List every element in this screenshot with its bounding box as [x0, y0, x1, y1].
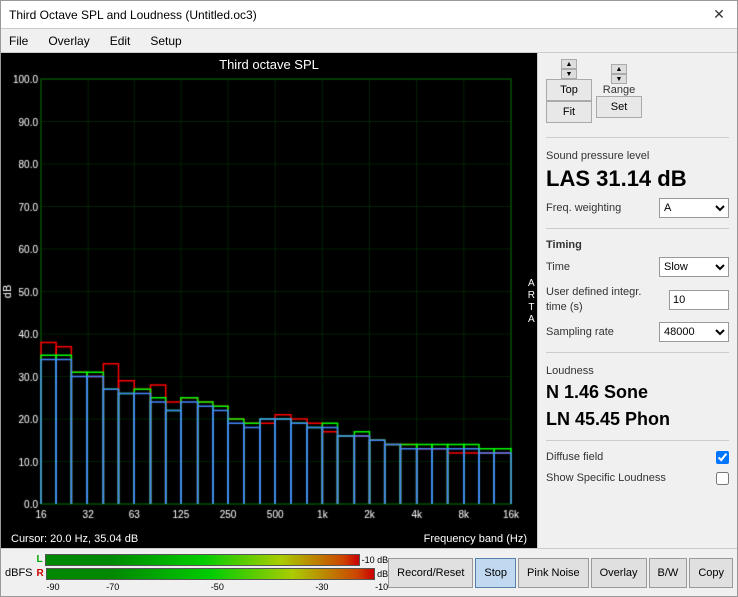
right-panel: ▲ ▼ Top Fit ▲ ▼ Range Set Sound pre [537, 53, 737, 548]
top-controls-row: ▲ ▼ Top Fit ▲ ▼ Range Set [546, 59, 729, 123]
menu-file[interactable]: File [5, 33, 32, 49]
top-spinner: ▲ ▼ [561, 59, 577, 79]
range-down-arrow[interactable]: ▼ [611, 74, 627, 84]
user-defined-label: User defined integr. time (s) [546, 285, 646, 314]
action-buttons: Record/Reset Stop Pink Noise Overlay B/W… [388, 558, 733, 588]
spl-section-label: Sound pressure level [546, 150, 729, 162]
close-button[interactable]: ✕ [709, 5, 729, 25]
cursor-info: Cursor: 20.0 Hz, 35.04 dB [5, 531, 144, 547]
arta-label: ARTA [528, 278, 535, 326]
loudness-ln-value: LN 45.45 Phon [546, 408, 729, 431]
range-label: Range [603, 84, 635, 96]
loudness-section-label: Loudness [546, 365, 729, 377]
window-title: Third Octave SPL and Loudness (Untitled.… [9, 8, 257, 22]
copy-button[interactable]: Copy [689, 558, 733, 588]
fit-button[interactable]: Fit [546, 101, 592, 123]
divider-2 [546, 228, 729, 229]
main-content: Third octave SPL ARTA Cursor: 20.0 Hz, 3… [1, 53, 737, 548]
top-button[interactable]: Top [546, 79, 592, 101]
chart-container: ARTA [1, 74, 537, 530]
user-defined-row: User defined integr. time (s) [546, 285, 729, 314]
sampling-rate-row: Sampling rate 44100 48000 96000 [546, 322, 729, 342]
pink-noise-button[interactable]: Pink Noise [518, 558, 589, 588]
timing-section-label: Timing [546, 239, 729, 251]
main-window: Third Octave SPL and Loudness (Untitled.… [0, 0, 738, 597]
spl-value: LAS 31.14 dB [546, 166, 729, 192]
time-label: Time [546, 261, 570, 273]
spectrum-chart[interactable] [1, 74, 531, 526]
range-up-arrow[interactable]: ▲ [611, 64, 627, 74]
freq-weighting-row: Freq. weighting A B C Z [546, 198, 729, 218]
time-dropdown[interactable]: Slow Fast Impulse [659, 257, 729, 277]
menu-edit[interactable]: Edit [106, 33, 135, 49]
freq-band-label: Frequency band (Hz) [418, 531, 533, 547]
top-down-arrow[interactable]: ▼ [561, 69, 577, 79]
diffuse-field-checkbox[interactable] [716, 451, 729, 464]
show-specific-label: Show Specific Loudness [546, 472, 666, 484]
set-button[interactable]: Set [596, 96, 642, 118]
sampling-rate-dropdown[interactable]: 44100 48000 96000 [659, 322, 729, 342]
stop-button[interactable]: Stop [475, 558, 516, 588]
title-bar: Third Octave SPL and Loudness (Untitled.… [1, 1, 737, 29]
user-defined-input[interactable] [669, 290, 729, 310]
show-specific-checkbox[interactable] [716, 472, 729, 485]
divider-3 [546, 352, 729, 353]
diffuse-field-row: Diffuse field [546, 451, 729, 464]
divider-1 [546, 137, 729, 138]
overlay-button[interactable]: Overlay [591, 558, 647, 588]
menu-bar: File Overlay Edit Setup [1, 29, 737, 53]
chart-bottom-row: Cursor: 20.0 Hz, 35.04 dB Frequency band… [1, 530, 537, 548]
loudness-n-value: N 1.46 Sone [546, 381, 729, 404]
record-reset-button[interactable]: Record/Reset [388, 558, 473, 588]
bw-button[interactable]: B/W [649, 558, 688, 588]
divider-4 [546, 440, 729, 441]
range-spinner: ▲ ▼ [611, 64, 627, 84]
freq-weighting-dropdown[interactable]: A B C Z [659, 198, 729, 218]
sampling-rate-label: Sampling rate [546, 326, 614, 338]
freq-weighting-label: Freq. weighting [546, 202, 621, 214]
chart-title: Third octave SPL [1, 53, 537, 74]
menu-overlay[interactable]: Overlay [44, 33, 93, 49]
diffuse-field-label: Diffuse field [546, 451, 603, 463]
level-bars: L -10 dB R dB -90 -70 -50 -30 -10 [37, 552, 389, 594]
dbfs-label: dBFS [5, 567, 33, 579]
chart-area: Third octave SPL ARTA Cursor: 20.0 Hz, 3… [1, 53, 537, 548]
bottom-strip: dBFS L -10 dB R dB -90 -70 -50 -3 [1, 548, 737, 596]
menu-setup[interactable]: Setup [146, 33, 185, 49]
top-up-arrow[interactable]: ▲ [561, 59, 577, 69]
show-specific-row: Show Specific Loudness [546, 472, 729, 485]
time-row: Time Slow Fast Impulse [546, 257, 729, 277]
